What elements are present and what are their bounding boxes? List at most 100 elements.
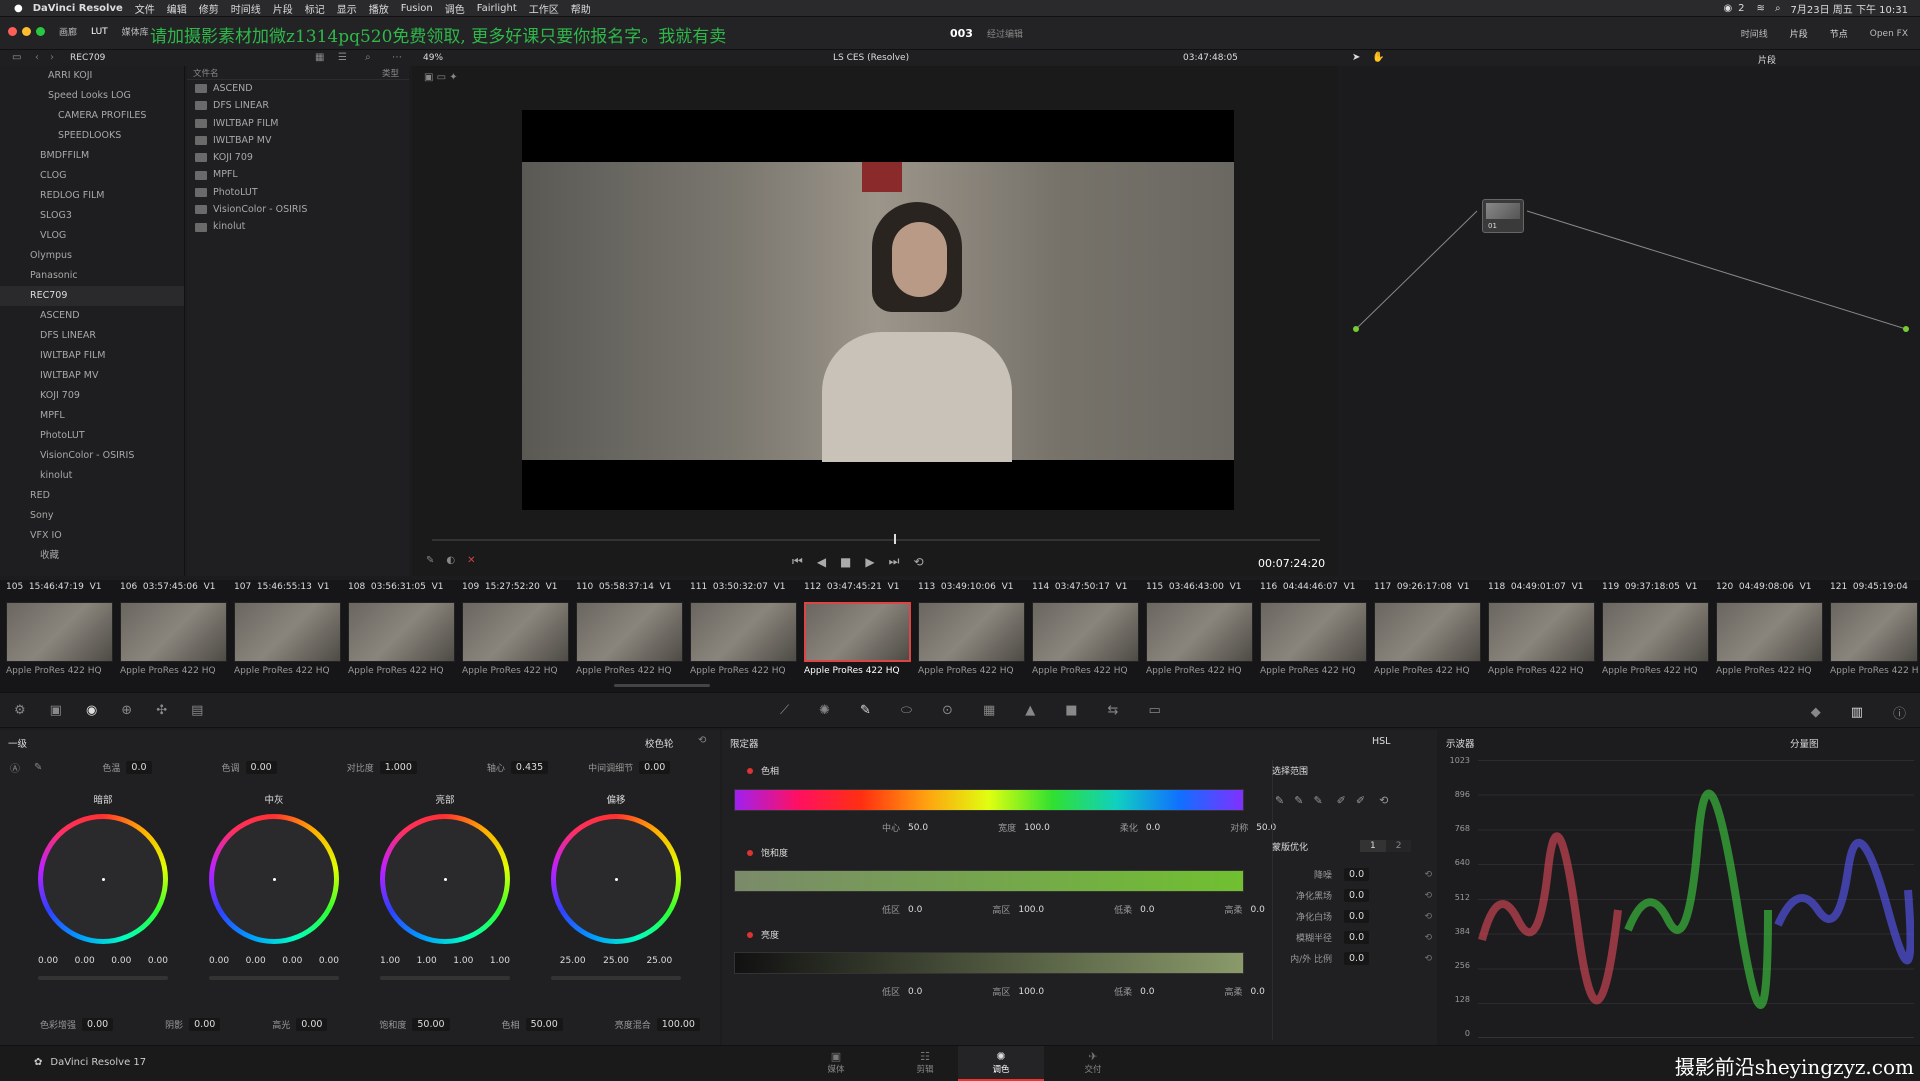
play-icon[interactable]: ▶ [865, 555, 874, 569]
lut-folder[interactable]: BMDFFILM [0, 146, 184, 166]
lut-button[interactable]: LUT [91, 27, 108, 37]
lut-folder[interactable]: VFX IO [0, 526, 184, 546]
invert-icon[interactable]: ⟲ [1379, 794, 1388, 807]
file-list-item[interactable]: VisionColor - OSIRIS [187, 201, 409, 218]
clip-thumbnail-selected[interactable] [804, 602, 911, 662]
file-list-item[interactable]: ASCEND [187, 80, 409, 97]
offset-value[interactable]: 25.00 [603, 956, 629, 966]
gain-value[interactable]: 1.00 [453, 956, 473, 966]
hue-enable-toggle[interactable] [747, 767, 753, 774]
lut-folder[interactable]: RED [0, 486, 184, 506]
lut-folder[interactable]: REDLOG FILM [0, 186, 184, 206]
list-view-icon[interactable]: ☰ [338, 52, 347, 63]
temperature-input[interactable]: 0.0 [126, 761, 152, 774]
lift-master-slider[interactable] [38, 976, 168, 980]
color-wheels-icon[interactable]: ◉ [86, 703, 97, 718]
gain-master-slider[interactable] [380, 976, 510, 980]
blur-radius-input[interactable]: 0.0 [1344, 931, 1370, 944]
clip-thumbnail[interactable] [6, 602, 113, 662]
hue-bar[interactable] [734, 789, 1244, 811]
hue-width-input[interactable]: 100.0 [1024, 823, 1050, 833]
camera-raw-icon[interactable]: ⚙ [14, 703, 26, 718]
lut-folder[interactable]: VLOG [0, 226, 184, 246]
viewer-mode-icons[interactable]: ▣ ▭ ✦ [424, 72, 458, 83]
lum-high-soft-input[interactable]: 0.0 [1250, 987, 1264, 997]
lift-value[interactable]: 0.00 [111, 956, 131, 966]
menu-item[interactable]: 修剪 [199, 1, 219, 16]
lum-high-input[interactable]: 100.0 [1018, 987, 1044, 997]
clean-black-input[interactable]: 0.0 [1344, 889, 1370, 902]
menu-item[interactable]: 显示 [337, 1, 357, 16]
playhead-track[interactable] [432, 539, 1320, 541]
offset-value[interactable]: 25.00 [646, 956, 672, 966]
lut-folder[interactable]: Panasonic [0, 266, 184, 286]
search-icon[interactable]: ⌕ [365, 52, 371, 63]
loop-icon[interactable]: ⟲ [913, 555, 923, 569]
color-warper-icon[interactable]: ✺ [819, 703, 830, 718]
gain-value[interactable]: 1.00 [490, 956, 510, 966]
sat-low-input[interactable]: 0.0 [908, 905, 922, 915]
menu-item[interactable]: 播放 [369, 1, 389, 16]
forward-icon[interactable]: › [50, 52, 54, 63]
clip-thumbnail[interactable] [576, 602, 683, 662]
timeline-button[interactable]: 时间线 [1741, 27, 1768, 40]
lift-wheel[interactable] [38, 814, 168, 944]
tracker-icon[interactable]: ⊙ [942, 703, 953, 718]
node-01[interactable]: 01 [1482, 199, 1524, 233]
minimize-window-icon[interactable] [22, 27, 31, 36]
menu-item[interactable]: 调色 [445, 1, 465, 16]
reset-icon[interactable]: ⟲ [1424, 912, 1432, 922]
lum-low-input[interactable]: 0.0 [908, 987, 922, 997]
mute-icon[interactable]: ✕ [467, 555, 475, 566]
media-pool-button[interactable]: 媒体库 [122, 25, 149, 38]
gain-value[interactable]: 1.00 [417, 956, 437, 966]
lut-folder[interactable]: ARRI KOJI [0, 66, 184, 86]
matte-tab-2[interactable]: 2 [1385, 840, 1412, 852]
page-deliver[interactable]: ✈ 交付 [1065, 1050, 1121, 1075]
menu-item[interactable]: 文件 [135, 1, 155, 16]
clip-thumbnail[interactable] [1260, 602, 1367, 662]
maximize-window-icon[interactable] [36, 27, 45, 36]
offset-value[interactable]: 25.00 [560, 956, 586, 966]
menu-item[interactable]: 时间线 [231, 1, 261, 16]
gamma-master-slider[interactable] [209, 976, 339, 980]
magic-mask-icon[interactable]: ▦ [983, 703, 995, 718]
file-list-item[interactable]: kinolut [187, 218, 409, 235]
lut-folder[interactable]: CLOG [0, 166, 184, 186]
in-out-ratio-input[interactable]: 0.0 [1344, 952, 1370, 965]
3d-icon[interactable]: ▭ [1148, 703, 1160, 718]
back-icon[interactable]: ‹ [35, 52, 39, 63]
wechat-icon[interactable]: ◉ [1723, 3, 1732, 14]
lut-folder[interactable]: PhotoLUT [0, 426, 184, 446]
eyedropper-icon[interactable]: ✎ [34, 762, 42, 773]
hue-soft-input[interactable]: 0.0 [1146, 823, 1160, 833]
scope-mode-select[interactable]: 分量图 [1790, 736, 1819, 750]
clip-thumbnail[interactable] [690, 602, 797, 662]
clip-thumbnail[interactable] [462, 602, 569, 662]
node-editor[interactable]: 01 [1342, 66, 1920, 576]
lut-folder[interactable]: IWLTBAP FILM [0, 346, 184, 366]
lut-folder[interactable]: DFS LINEAR [0, 326, 184, 346]
color-boost-input[interactable]: 0.00 [82, 1018, 114, 1031]
picker-icon[interactable]: ✎ [1275, 794, 1284, 807]
file-list-item[interactable]: IWLTBAP FILM [187, 115, 409, 132]
clip-thumbnail[interactable] [234, 602, 341, 662]
lum-low-soft-input[interactable]: 0.0 [1140, 987, 1154, 997]
clip-thumbnail[interactable] [1716, 602, 1823, 662]
tint-input[interactable]: 0.00 [245, 761, 277, 774]
skip-end-icon[interactable]: ⏭ [889, 554, 900, 569]
sat-high-soft-input[interactable]: 0.0 [1250, 905, 1264, 915]
menu-item[interactable]: 帮助 [571, 1, 591, 16]
saturation-input[interactable]: 50.00 [412, 1018, 450, 1031]
stop-icon[interactable]: ■ [840, 555, 851, 569]
filename-column-header[interactable]: 文件名 [193, 67, 219, 79]
lut-folder[interactable]: Sony [0, 506, 184, 526]
menu-item[interactable]: 片段 [273, 1, 293, 16]
clip-thumbnail[interactable] [1032, 602, 1139, 662]
openfx-button[interactable]: Open FX [1870, 29, 1908, 39]
reset-icon[interactable]: ⟲ [1424, 933, 1432, 943]
info-icon[interactable]: ⓘ [1893, 703, 1906, 722]
menu-item[interactable]: Fusion [401, 3, 433, 14]
offset-master-slider[interactable] [551, 976, 681, 980]
grid-view-icon[interactable]: ▦ [315, 52, 324, 63]
